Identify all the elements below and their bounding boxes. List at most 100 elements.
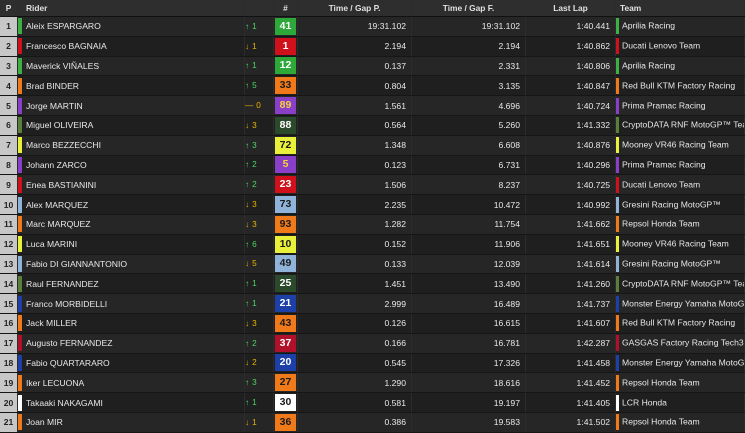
- rider-cell[interactable]: Luca MARINI: [17, 234, 245, 255]
- table-row[interactable]: 9 Enea BASTIANINI ↑ 2 23 1.506 8.237 1:40.725 Du…: [0, 174, 745, 196]
- team-cell[interactable]: Aprilia Racing: [615, 16, 745, 37]
- rider-cell[interactable]: Miguel OLIVEIRA: [17, 115, 245, 136]
- arrow-up-icon: ↑: [245, 21, 250, 31]
- rider-cell[interactable]: Fabio DI GIANNANTONIO: [17, 254, 245, 275]
- position-change-value: 5: [252, 259, 257, 269]
- table-row[interactable]: 14 Raul FERNANDEZ ↑ 1 25 1.451 13.490 1:41.260 C…: [0, 273, 745, 295]
- table-row[interactable]: 8 Johann ZARCO ↑ 2 5 0.123 6.731 1:40.296 Prima …: [0, 155, 745, 176]
- rider-cell[interactable]: Franco MORBIDELLI: [17, 293, 245, 314]
- table-row[interactable]: 10 Alex MARQUEZ ↓ 3 73 2.235 10.472 1:40.992 Gre…: [0, 194, 745, 215]
- rider-number-cell: 10: [273, 234, 298, 255]
- table-row[interactable]: 21 Joan MIR ↓ 1 36 0.386 19.583 1:41.502 Repsol …: [0, 412, 745, 433]
- arrow-down-icon: ↓: [245, 41, 250, 51]
- rider-name: Iker LECUONA: [26, 377, 85, 388]
- last-lap-cell: 1:40.296: [525, 155, 616, 176]
- table-row[interactable]: 6 Miguel OLIVEIRA ↓ 3 88 0.564 5.260 1:41.332 Cr…: [0, 115, 745, 136]
- rider-cell[interactable]: Jack MILLER: [17, 313, 245, 334]
- team-cell[interactable]: Prima Pramac Racing: [615, 95, 745, 116]
- table-row[interactable]: 15 Franco MORBIDELLI ↑ 1 21 2.999 16.489 1:41.7…: [0, 293, 745, 314]
- rider-cell[interactable]: Marco BEZZECCHI: [17, 135, 245, 156]
- arrow-up-icon: ↑: [245, 378, 250, 388]
- team-cell[interactable]: Monster Energy Yamaha MotoGP™: [615, 353, 745, 374]
- col-header-rider[interactable]: Rider: [17, 0, 245, 17]
- team-color-bar: [616, 354, 619, 371]
- gap-first-cell: 10.472: [411, 194, 526, 215]
- rider-name: Augusto FERNANDEZ: [26, 338, 113, 349]
- team-cell[interactable]: LCR Honda: [615, 392, 745, 413]
- col-header-last-lap[interactable]: Last Lap: [525, 0, 616, 17]
- col-header-position[interactable]: P: [0, 0, 18, 17]
- team-cell[interactable]: Monster Energy Yamaha MotoGP™: [615, 293, 745, 314]
- gap-first-cell: 2.331: [411, 56, 526, 77]
- col-header-number[interactable]: #: [273, 0, 298, 17]
- team-cell[interactable]: Red Bull KTM Factory Racing: [615, 313, 745, 334]
- position-change-value: 2: [252, 338, 257, 348]
- rider-cell[interactable]: Iker LECUONA: [17, 372, 245, 394]
- rider-cell[interactable]: Fabio QUARTARARO: [17, 353, 245, 374]
- table-row[interactable]: 2 Francesco BAGNAIA ↓ 1 1 2.194 2.194 1:40.862 D…: [0, 36, 745, 57]
- rider-name: Raul FERNANDEZ: [26, 278, 99, 289]
- team-cell[interactable]: GASGAS Factory Racing Tech3: [615, 333, 745, 354]
- rider-cell[interactable]: Francesco BAGNAIA: [17, 36, 245, 57]
- table-row[interactable]: 19 Iker LECUONA ↑ 3 27 1.290 18.616 1:41.452 Rep…: [0, 372, 745, 394]
- table-row[interactable]: 13 Fabio DI GIANNANTONIO ↓ 5 49 0.133 12.039 1:…: [0, 254, 745, 275]
- table-row[interactable]: 3 Maverick VIÑALES ↑ 1 12 0.137 2.331 1:40.806 A…: [0, 56, 745, 77]
- rider-name: Fabio DI GIANNANTONIO: [26, 258, 128, 269]
- team-cell[interactable]: Prima Pramac Racing: [615, 155, 745, 176]
- position-cell: 2: [0, 36, 18, 57]
- team-cell[interactable]: Repsol Honda Team: [615, 372, 745, 394]
- table-row[interactable]: 17 Augusto FERNANDEZ ↑ 2 37 0.166 16.781 1:42.2…: [0, 333, 745, 354]
- team-cell[interactable]: Repsol Honda Team: [615, 412, 745, 433]
- rider-cell[interactable]: Jorge MARTIN: [17, 95, 245, 116]
- rider-cell[interactable]: Enea BASTIANINI: [17, 174, 245, 196]
- team-name: Mooney VR46 Racing Team: [622, 139, 729, 150]
- team-color-bar: [18, 335, 22, 352]
- table-row[interactable]: 20 Takaaki NAKAGAMI ↑ 1 30 0.581 19.197 1:41.40…: [0, 392, 745, 413]
- rider-cell[interactable]: Augusto FERNANDEZ: [17, 333, 245, 354]
- team-cell[interactable]: Gresini Racing MotoGP™: [615, 254, 745, 275]
- table-row[interactable]: 11 Marc MARQUEZ ↓ 3 93 1.282 11.754 1:41.662 Rep…: [0, 214, 745, 235]
- position-cell: 4: [0, 75, 18, 97]
- table-row[interactable]: 5 Jorge MARTIN —0 89 1.561 4.696 1:40.724 Prima…: [0, 95, 745, 116]
- position-cell: 14: [0, 273, 18, 295]
- rider-cell[interactable]: Raul FERNANDEZ: [17, 273, 245, 295]
- team-color-bar: [616, 335, 619, 352]
- team-cell[interactable]: Mooney VR46 Racing Team: [615, 234, 745, 255]
- team-cell[interactable]: Repsol Honda Team: [615, 214, 745, 235]
- team-cell[interactable]: Mooney VR46 Racing Team: [615, 135, 745, 156]
- table-row[interactable]: 12 Luca MARINI ↑ 6 10 0.152 11.906 1:41.651 Moon…: [0, 234, 745, 255]
- col-header-gap-previous[interactable]: Time / Gap P.: [297, 0, 412, 17]
- rider-cell[interactable]: Johann ZARCO: [17, 155, 245, 176]
- team-cell[interactable]: Red Bull KTM Factory Racing: [615, 75, 745, 97]
- team-cell[interactable]: Ducati Lenovo Team: [615, 36, 745, 57]
- gap-previous-cell: 0.166: [297, 333, 412, 354]
- team-cell[interactable]: Ducati Lenovo Team: [615, 174, 745, 196]
- table-row[interactable]: 4 Brad BINDER ↑ 5 33 0.804 3.135 1:40.847 Red Bu…: [0, 75, 745, 97]
- col-header-team[interactable]: Team: [615, 0, 745, 17]
- rider-cell[interactable]: Marc MARQUEZ: [17, 214, 245, 235]
- rider-number-badge: 23: [275, 176, 296, 194]
- last-lap-cell: 1:41.737: [525, 293, 616, 314]
- team-cell[interactable]: CryptoDATA RNF MotoGP™ Team: [615, 115, 745, 136]
- team-cell[interactable]: CryptoDATA RNF MotoGP™ Team: [615, 273, 745, 295]
- rider-cell[interactable]: Maverick VIÑALES: [17, 56, 245, 77]
- table-row[interactable]: 1 Aleix ESPARGARO ↑ 1 41 19:31.102 19:31.102 1:…: [0, 16, 745, 37]
- table-row[interactable]: 18 Fabio QUARTARARO ↓ 2 20 0.545 17.326 1:41.45…: [0, 353, 745, 374]
- position-change: ↓ 5: [244, 254, 274, 275]
- rider-cell[interactable]: Alex MARQUEZ: [17, 194, 245, 215]
- position-change: —0: [244, 95, 274, 116]
- team-color-bar: [18, 255, 22, 272]
- position-change-value: 2: [252, 160, 257, 170]
- rider-cell[interactable]: Joan MIR: [17, 412, 245, 433]
- team-cell[interactable]: Gresini Racing MotoGP™: [615, 194, 745, 215]
- rider-cell[interactable]: Takaaki NAKAGAMI: [17, 392, 245, 413]
- rider-cell[interactable]: Aleix ESPARGARO: [17, 16, 245, 37]
- table-row[interactable]: 7 Marco BEZZECCHI ↑ 3 72 1.348 6.608 1:40.876 Mo…: [0, 135, 745, 156]
- last-lap-cell: 1:41.332: [525, 115, 616, 136]
- col-header-gap-first[interactable]: Time / Gap F.: [411, 0, 526, 17]
- rider-number-badge: 88: [275, 116, 296, 134]
- table-row[interactable]: 16 Jack MILLER ↓ 3 43 0.126 16.615 1:41.607 Red …: [0, 313, 745, 334]
- rider-number-badge: 49: [275, 255, 296, 273]
- rider-cell[interactable]: Brad BINDER: [17, 75, 245, 97]
- team-cell[interactable]: Aprilia Racing: [615, 56, 745, 77]
